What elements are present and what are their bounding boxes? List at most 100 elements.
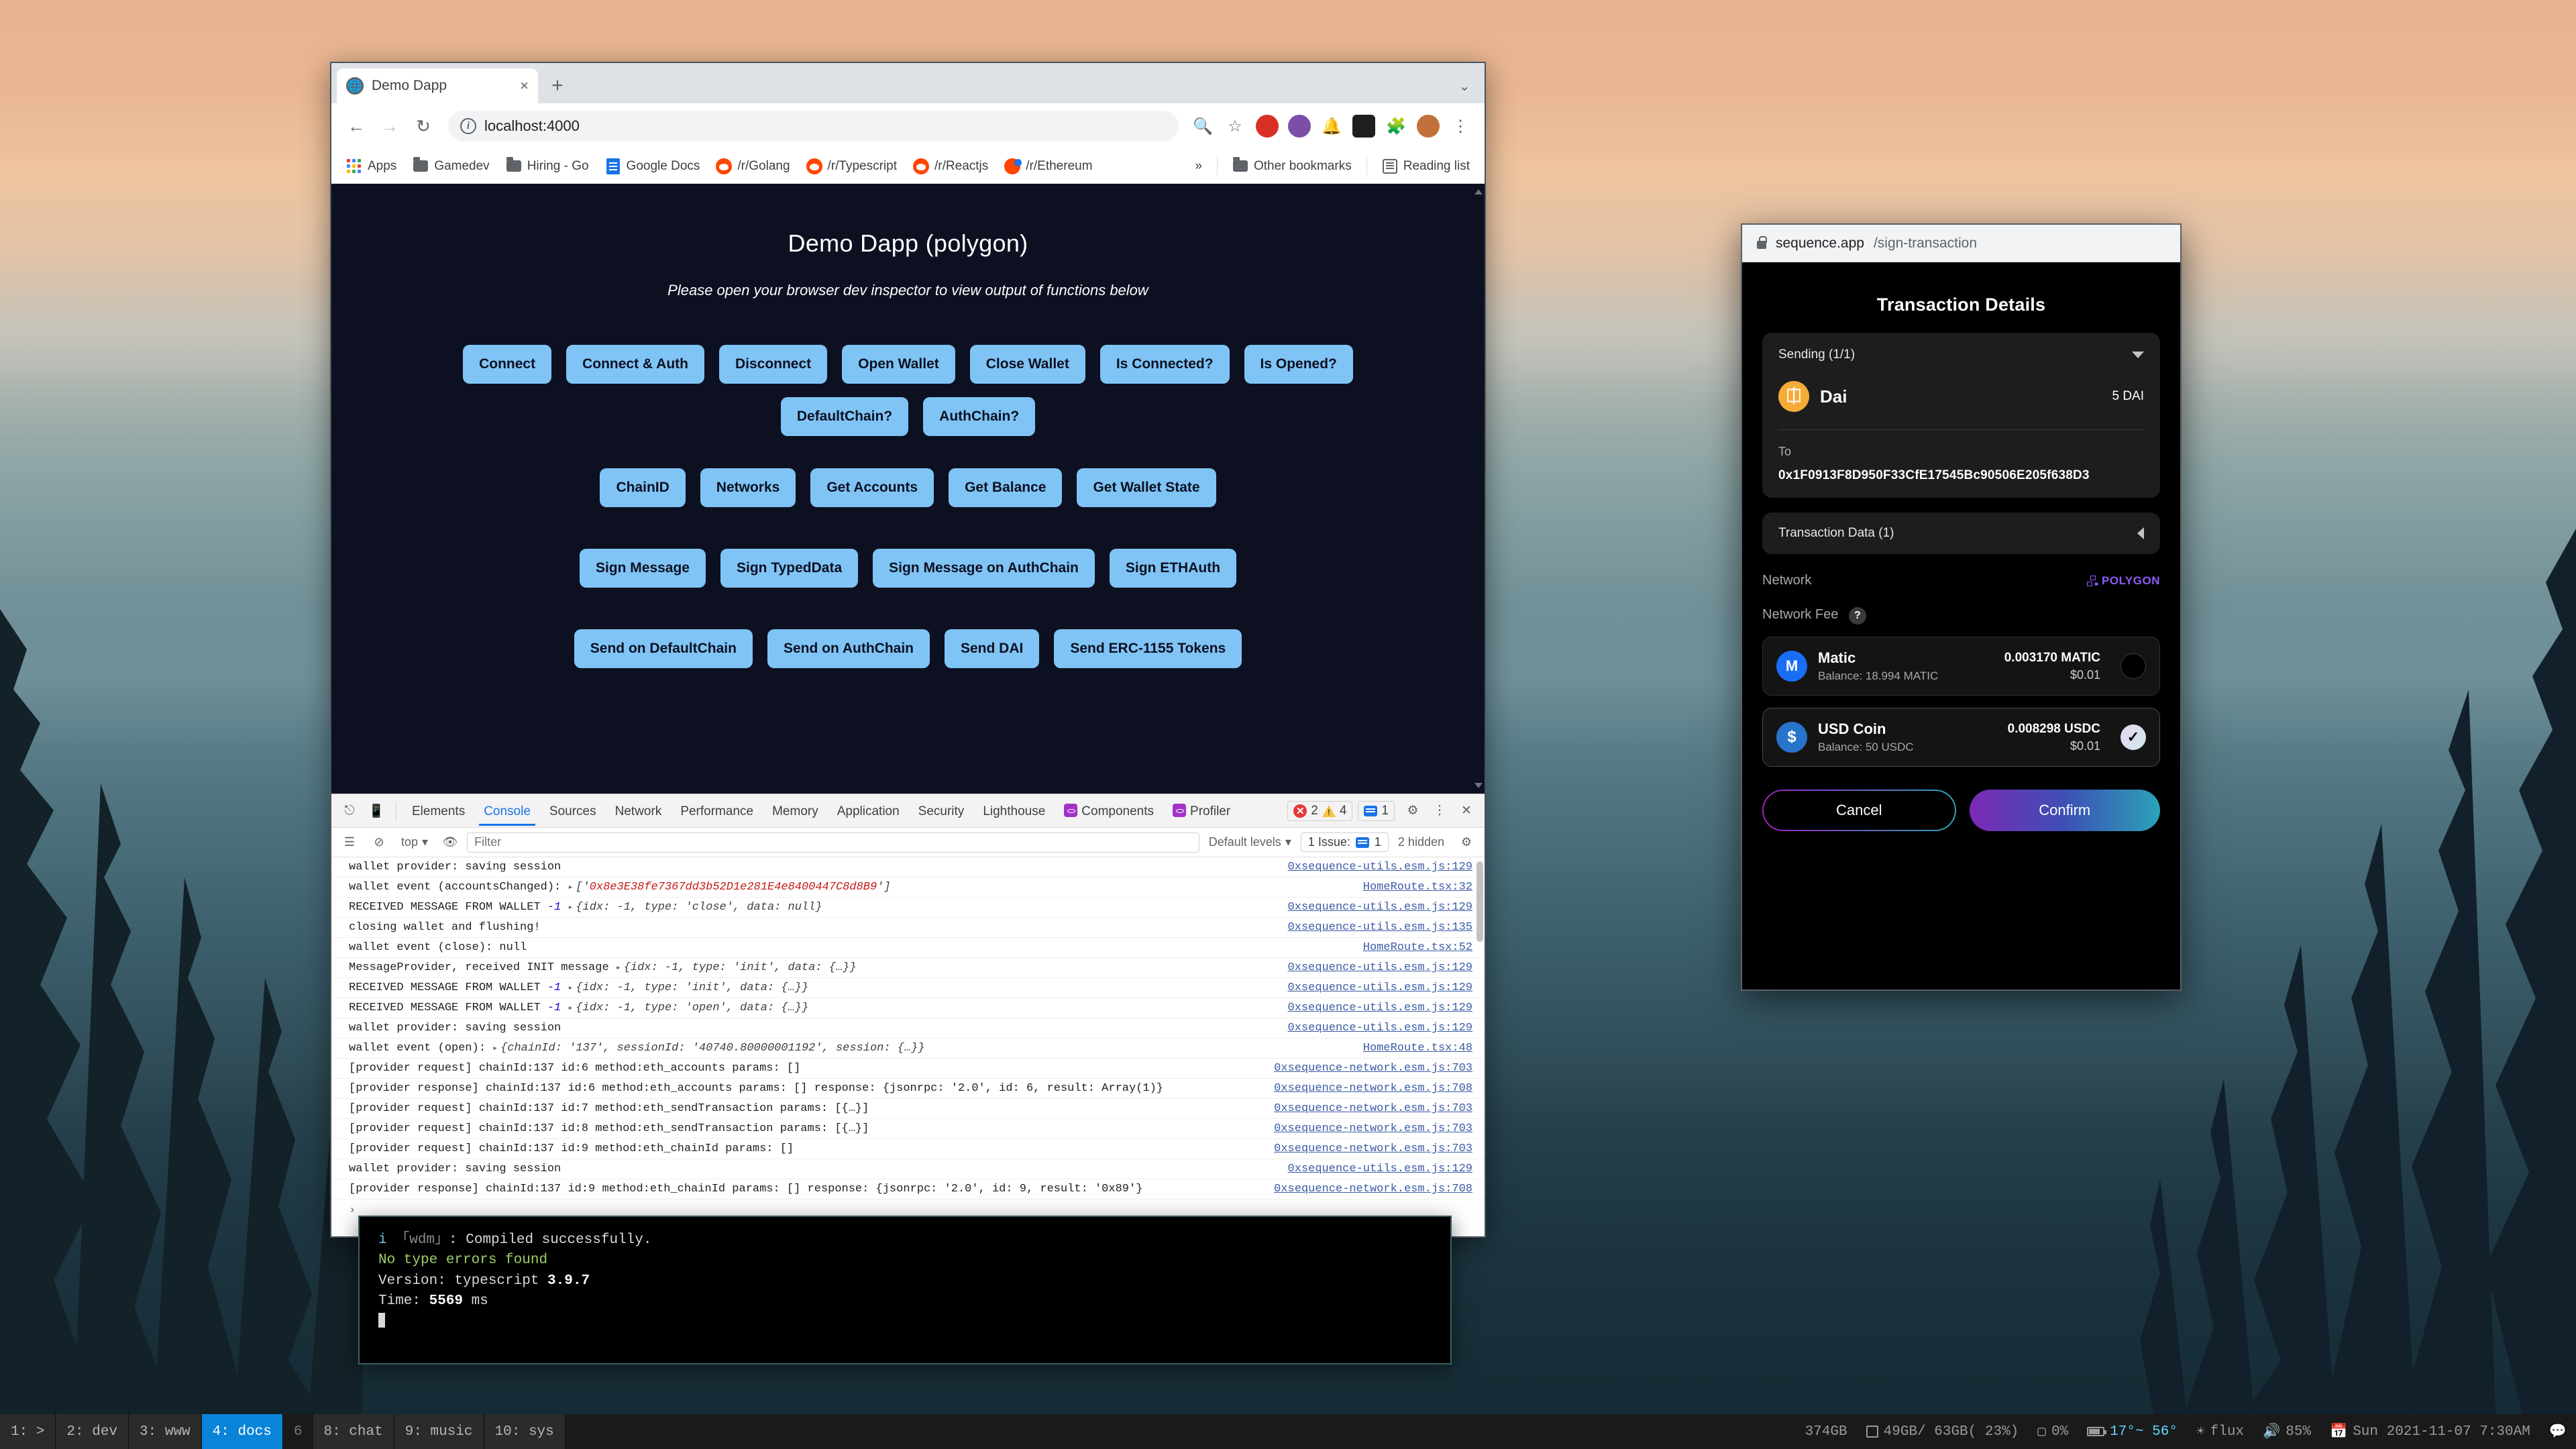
expand-triangle-icon[interactable]: ▸ bbox=[616, 963, 621, 973]
reading-list-button[interactable]: Reading list bbox=[1375, 155, 1477, 178]
networks-button[interactable]: Networks bbox=[700, 468, 796, 507]
back-button[interactable]: ← bbox=[341, 111, 372, 142]
console-row[interactable]: wallet event (accountsChanged): ▸ ['0x8e3… bbox=[331, 877, 1485, 898]
workspace-6[interactable]: 6 bbox=[282, 1414, 313, 1449]
extension-icon-dark[interactable] bbox=[1352, 115, 1375, 138]
console-row[interactable]: wallet provider: saving session 0xsequen… bbox=[331, 1018, 1485, 1038]
redshift-status[interactable]: ☀ flux bbox=[2187, 1414, 2253, 1449]
tab-profiler[interactable]: Profiler bbox=[1164, 796, 1239, 826]
temperature[interactable]: 17°~ 56° bbox=[2078, 1414, 2187, 1449]
workspace-2-dev[interactable]: 2: dev bbox=[56, 1414, 129, 1449]
bookmark-r-ethereum[interactable]: /r/Ethereum bbox=[998, 155, 1099, 178]
bookmark-gamedev[interactable]: Gamedev bbox=[406, 155, 496, 178]
tab-network[interactable]: Network bbox=[606, 796, 671, 826]
forward-button[interactable]: → bbox=[374, 111, 405, 142]
transaction-data-header[interactable]: Transaction Data (1) bbox=[1778, 526, 2144, 541]
console-source-link[interactable]: 0xsequence-network.esm.js:703 bbox=[1274, 1102, 1472, 1115]
fee-radio-unselected[interactable] bbox=[2121, 653, 2146, 679]
address-bar[interactable]: i localhost:4000 bbox=[448, 111, 1179, 142]
console-row[interactable]: [provider request] chainId:137 id:7 meth… bbox=[331, 1099, 1485, 1119]
page-scrollbar[interactable] bbox=[1472, 184, 1485, 794]
console-source-link[interactable]: 0xsequence-network.esm.js:708 bbox=[1274, 1183, 1472, 1195]
get-balance-button[interactable]: Get Balance bbox=[949, 468, 1063, 507]
console-row[interactable]: RECEIVED MESSAGE FROM WALLET -1 ▸ {idx: -… bbox=[331, 978, 1485, 998]
scroll-down-icon[interactable] bbox=[1474, 783, 1483, 788]
fee-radio-selected-check-icon[interactable]: ✓ bbox=[2121, 724, 2146, 750]
console-source-link[interactable]: 0xsequence-network.esm.js:703 bbox=[1274, 1122, 1472, 1135]
message-count-group[interactable]: 1 bbox=[1358, 800, 1395, 821]
console-row[interactable]: [provider request] chainId:137 id:6 meth… bbox=[331, 1059, 1485, 1079]
console-source-link[interactable]: 0xsequence-utils.esm.js:129 bbox=[1288, 1022, 1472, 1034]
console-row[interactable]: [provider request] chainId:137 id:9 meth… bbox=[331, 1139, 1485, 1159]
console-source-link[interactable]: 0xsequence-utils.esm.js:129 bbox=[1288, 981, 1472, 994]
sign-ethauth-button[interactable]: Sign ETHAuth bbox=[1109, 549, 1237, 588]
console-source-link[interactable]: 0xsequence-utils.esm.js:135 bbox=[1288, 921, 1472, 934]
bookmark-r-typescript[interactable]: /r/Typescript bbox=[800, 155, 904, 178]
console-source-link[interactable]: HomeRoute.tsx:48 bbox=[1363, 1042, 1472, 1055]
tab-elements[interactable]: Elements bbox=[403, 796, 474, 826]
sign-message-on-authchain-button[interactable]: Sign Message on AuthChain bbox=[873, 549, 1095, 588]
close-icon[interactable]: ✕ bbox=[1454, 798, 1479, 824]
tab-console[interactable]: Console bbox=[475, 796, 539, 826]
log-level-selector[interactable]: Default levels ▾ bbox=[1203, 835, 1297, 849]
console-source-link[interactable]: 0xsequence-utils.esm.js:129 bbox=[1288, 901, 1472, 914]
console-source-link[interactable]: 0xsequence-network.esm.js:703 bbox=[1274, 1062, 1472, 1075]
confirm-button[interactable]: Confirm bbox=[1969, 790, 2160, 831]
bookmarks-overflow-button[interactable]: » bbox=[1188, 156, 1209, 177]
console-source-link[interactable]: 0xsequence-utils.esm.js:129 bbox=[1288, 1002, 1472, 1014]
info-icon[interactable]: i bbox=[460, 118, 476, 134]
bookmark-hiring-go[interactable]: Hiring - Go bbox=[499, 155, 596, 178]
connect-button[interactable]: Connect bbox=[463, 345, 552, 384]
bookmark-google-docs[interactable]: Google Docs bbox=[598, 155, 707, 178]
question-mark-icon[interactable]: ? bbox=[1848, 607, 1866, 625]
console-source-link[interactable]: 0xsequence-network.esm.js:703 bbox=[1274, 1142, 1472, 1155]
send-on-authchain-button[interactable]: Send on AuthChain bbox=[767, 629, 930, 668]
console-scrollbar[interactable] bbox=[1477, 861, 1483, 942]
console-row[interactable]: RECEIVED MESSAGE FROM WALLET -1 ▸ {idx: -… bbox=[331, 998, 1485, 1018]
console-filter-input[interactable] bbox=[467, 832, 1199, 853]
volume-status[interactable]: 🔊 85% bbox=[2253, 1414, 2320, 1449]
bookmark-r-golang[interactable]: /r/Golang bbox=[709, 155, 796, 178]
extension-icon-red[interactable] bbox=[1256, 115, 1279, 138]
new-tab-button[interactable]: + bbox=[538, 68, 577, 103]
send-erc1155-tokens-button[interactable]: Send ERC-1155 Tokens bbox=[1054, 629, 1242, 668]
default-chain-button[interactable]: DefaultChain? bbox=[780, 397, 909, 436]
gear-icon[interactable]: ⚙ bbox=[1400, 798, 1426, 824]
disk-usage[interactable]: 374GB bbox=[1796, 1414, 1857, 1449]
sidebar-toggle-icon[interactable]: ☰ bbox=[337, 830, 362, 855]
expand-triangle-icon[interactable]: ▸ bbox=[568, 882, 573, 892]
transaction-data-card[interactable]: Transaction Data (1) bbox=[1762, 513, 2160, 554]
is-connected-button[interactable]: Is Connected? bbox=[1099, 345, 1230, 384]
bookmark-apps[interactable]: Apps bbox=[339, 155, 403, 178]
menu-kebab-icon[interactable]: ⋮ bbox=[1446, 111, 1475, 141]
chevron-left-icon[interactable] bbox=[2137, 527, 2144, 539]
clock[interactable]: 📅 Sun 2021-11-07 7:30AM bbox=[2320, 1414, 2540, 1449]
fee-option-matic[interactable]: M Matic Balance: 18.994 MATIC 0.003170 M… bbox=[1762, 637, 2160, 696]
memory-usage[interactable]: 49GB/ 63GB( 23%) bbox=[1857, 1414, 2029, 1449]
cancel-button[interactable]: Cancel bbox=[1762, 790, 1956, 831]
tab-security[interactable]: Security bbox=[910, 796, 973, 826]
terminal-window[interactable]: i 「wdm」: Compiled successfully. No type … bbox=[358, 1216, 1452, 1364]
get-accounts-button[interactable]: Get Accounts bbox=[810, 468, 934, 507]
auth-chain-button[interactable]: AuthChain? bbox=[923, 397, 1036, 436]
issue-counts[interactable]: ✕ 2 4 bbox=[1287, 800, 1353, 821]
clear-console-icon[interactable]: ⊘ bbox=[366, 830, 392, 855]
fee-option-usdc[interactable]: $ USD Coin Balance: 50 USDC 0.008298 USD… bbox=[1762, 708, 2160, 767]
expand-triangle-icon[interactable]: ▸ bbox=[492, 1043, 498, 1053]
send-on-defaultchain-button[interactable]: Send on DefaultChain bbox=[574, 629, 753, 668]
sending-header[interactable]: Sending (1/1) bbox=[1778, 347, 2144, 362]
connect-and-auth-button[interactable]: Connect & Auth bbox=[566, 345, 704, 384]
tab-memory[interactable]: Memory bbox=[763, 796, 827, 826]
console-source-link[interactable]: 0xsequence-utils.esm.js:129 bbox=[1288, 961, 1472, 974]
scroll-up-icon[interactable] bbox=[1474, 189, 1483, 195]
console-row[interactable]: [provider response] chainId:137 id:6 met… bbox=[331, 1079, 1485, 1099]
tray-icon[interactable]: 💬 bbox=[2540, 1414, 2576, 1449]
close-icon[interactable]: × bbox=[520, 77, 529, 95]
profile-avatar[interactable] bbox=[1417, 115, 1440, 138]
tab-components[interactable]: Components bbox=[1055, 796, 1163, 826]
kebab-icon[interactable]: ⋮ bbox=[1427, 798, 1452, 824]
console-row[interactable]: wallet provider: saving session 0xsequen… bbox=[331, 1159, 1485, 1179]
console-source-link[interactable]: 0xsequence-utils.esm.js:129 bbox=[1288, 861, 1472, 873]
sign-typed-data-button[interactable]: Sign TypedData bbox=[720, 549, 859, 588]
expand-triangle-icon[interactable]: ▸ bbox=[568, 1003, 573, 1013]
